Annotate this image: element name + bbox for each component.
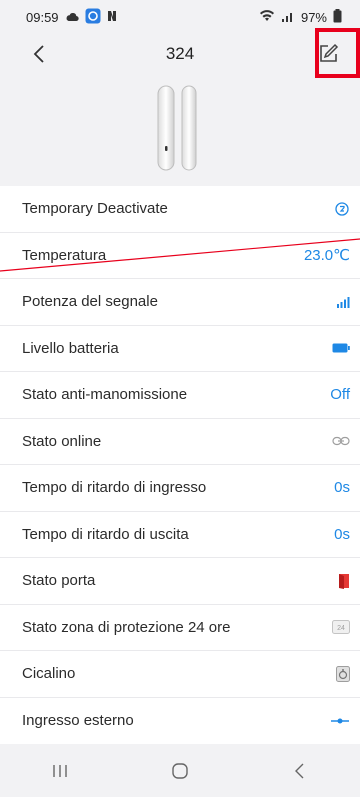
row-24h-zone: Stato zona di protezione 24 ore 24: [0, 605, 360, 651]
row-label: Livello batteria: [22, 339, 119, 357]
nfc-icon: [107, 10, 117, 25]
row-label: Cicalino: [22, 665, 76, 683]
door-open-icon: [330, 573, 350, 589]
row-label: Stato zona di protezione 24 ore: [22, 618, 231, 636]
battery-percent: 97%: [300, 9, 327, 25]
status-right: 97%: [259, 8, 342, 26]
row-label: Potenza del segnale: [22, 293, 158, 311]
row-label: Ingresso esterno: [22, 712, 134, 730]
back-button[interactable]: [28, 42, 52, 66]
recent-apps-button[interactable]: [40, 756, 80, 786]
row-tamper-status: Stato anti-manomissione Off: [0, 372, 360, 419]
row-label: Stato online: [22, 432, 102, 450]
wifi-icon: [259, 9, 275, 25]
row-label: Stato porta: [22, 572, 96, 590]
row-buzzer: Cicalino: [0, 651, 360, 698]
system-nav-bar: [0, 745, 360, 797]
timer-off-icon: [330, 201, 350, 217]
status-battery-icon: [333, 8, 342, 26]
status-left: 09:59: [26, 8, 117, 27]
home-button[interactable]: [160, 756, 200, 786]
row-label: Temporary Deactivate: [22, 200, 168, 218]
status-bar: 09:59 97%: [0, 0, 360, 34]
tamper-value: Off: [330, 386, 350, 404]
back-nav-icon: [295, 763, 304, 779]
temperature-value: 23.0℃: [303, 247, 350, 265]
home-icon: [172, 763, 188, 779]
back-nav-button[interactable]: [280, 756, 320, 786]
exit-delay-value: 0s: [334, 525, 350, 543]
external-input-icon: [330, 716, 350, 726]
row-exit-delay[interactable]: Tempo di ritardo di uscita 0s: [0, 512, 360, 558]
link-icon: [330, 436, 350, 446]
status-time: 09:59: [26, 9, 59, 25]
property-list: Temporary Deactivate Temperatura 23.0℃ P…: [0, 186, 360, 744]
row-door-status: Stato porta: [0, 558, 360, 605]
row-entry-delay[interactable]: Tempo di ritardo di ingresso 0s: [0, 465, 360, 512]
row-external-input: Ingresso esterno: [0, 698, 360, 745]
24h-icon: 24: [330, 620, 350, 635]
device-image: [0, 74, 360, 182]
row-online-status: Stato online: [0, 419, 360, 465]
row-label: Tempo di ritardo di uscita: [22, 525, 189, 543]
row-label: Tempo di ritardo di ingresso: [22, 479, 207, 497]
row-battery-level: Livello batteria: [0, 326, 360, 372]
app-bar: 324: [0, 34, 360, 74]
page-title: 324: [165, 44, 195, 63]
app-notification-icon: [85, 8, 101, 27]
signal-bars-icon: [330, 296, 350, 308]
chevron-left-icon: [33, 45, 44, 63]
row-label: Temperatura: [22, 246, 107, 264]
cell-signal-icon: [281, 10, 295, 25]
svg-text:24: 24: [337, 625, 345, 632]
battery-icon: [330, 343, 350, 353]
row-temperatura: Temperatura 23.0℃: [0, 233, 360, 279]
cloud-icon: [65, 10, 79, 25]
row-temporary-deactivate[interactable]: Temporary Deactivate: [0, 186, 360, 233]
recent-apps-icon: [53, 765, 67, 777]
buzzer-icon: [330, 665, 350, 682]
row-label: Stato anti-manomissione: [22, 386, 188, 404]
highlight-annotation: [315, 28, 360, 78]
entry-delay-value: 0s: [334, 479, 350, 497]
row-signal-strength: Potenza del segnale: [0, 279, 360, 326]
